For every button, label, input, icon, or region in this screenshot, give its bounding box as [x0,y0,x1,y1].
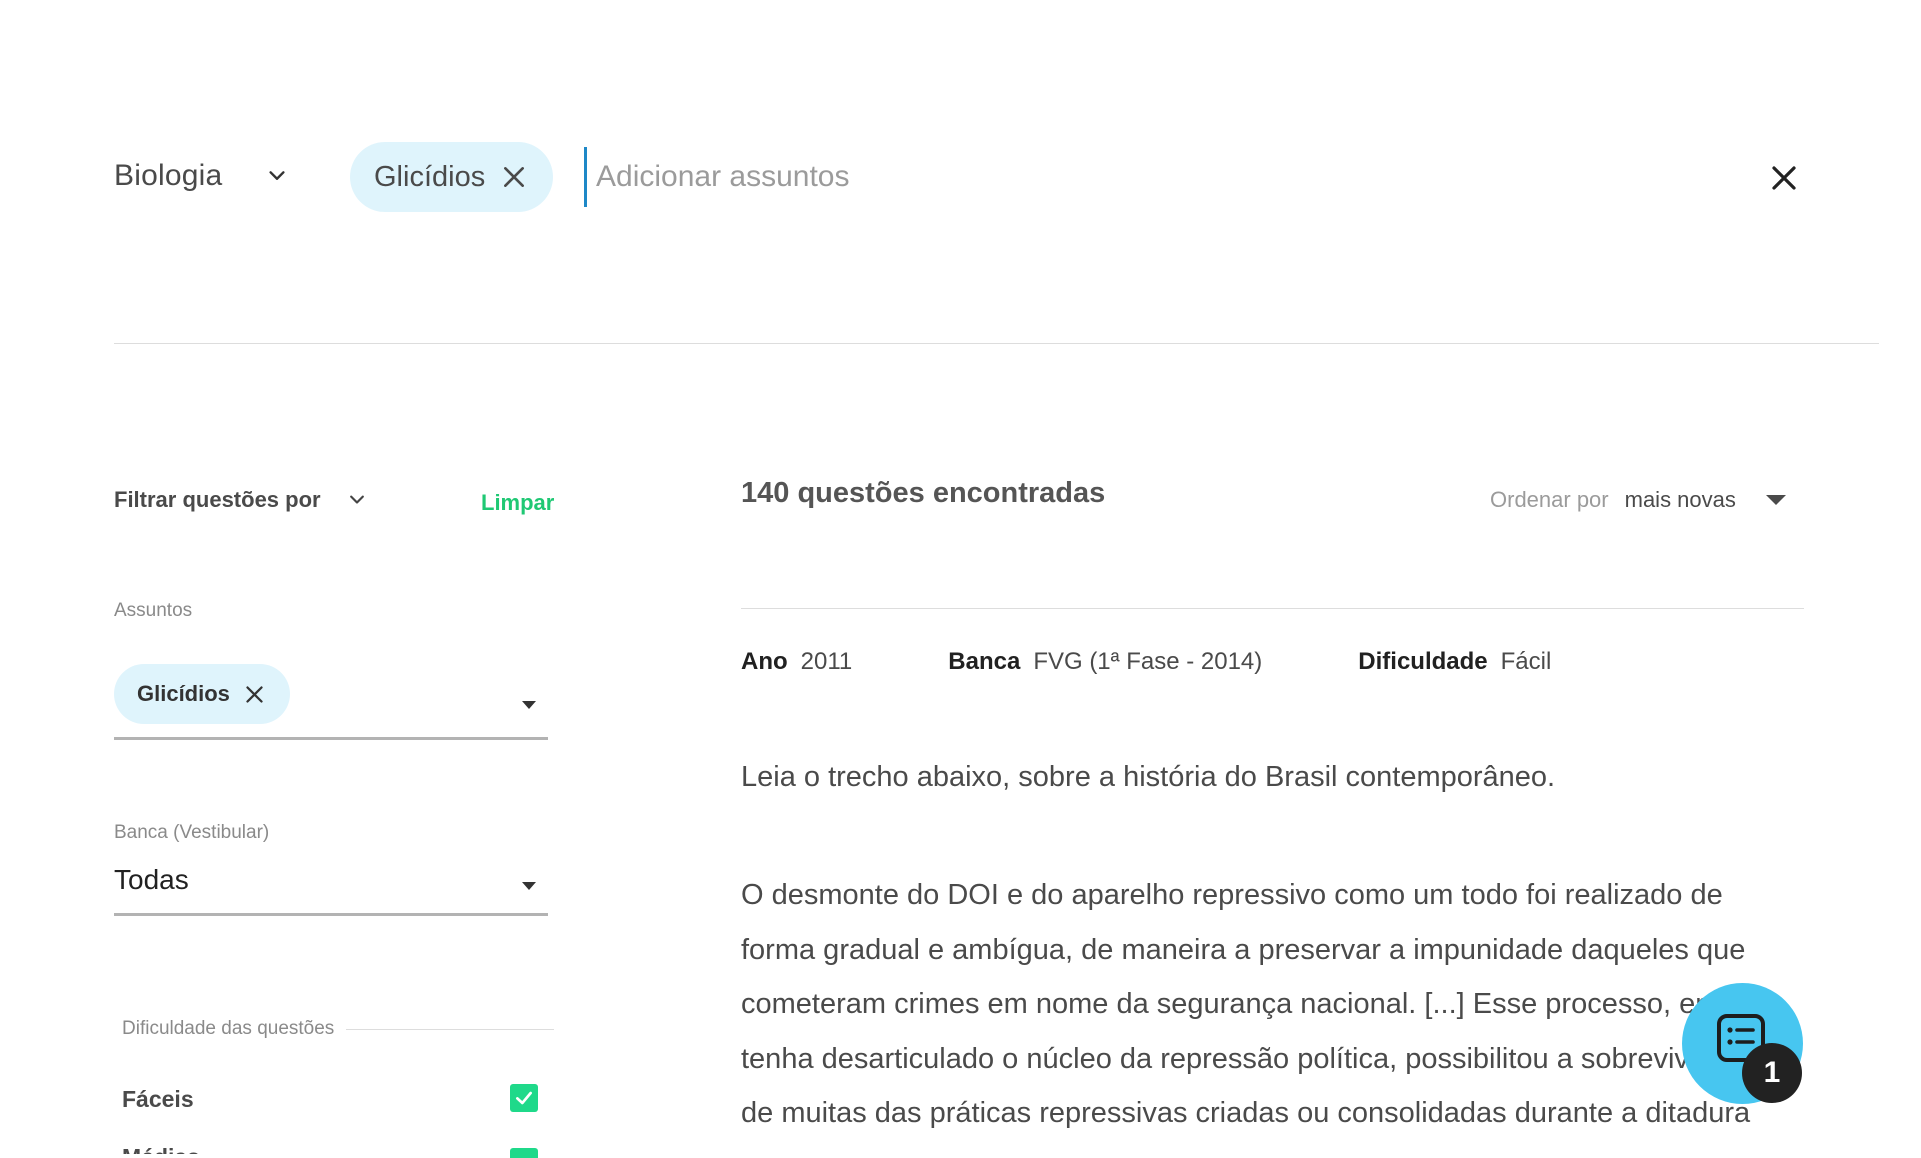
dropdown-arrow-icon [522,701,536,709]
sort-value: mais novas [1624,487,1736,512]
topic-chip: Glicídios [114,664,290,724]
year-key: Ano [741,648,788,675]
fab-count-badge: 1 [1742,1043,1802,1103]
chevron-down-icon [349,495,364,504]
difficulty-option-label: Fáceis [122,1086,194,1112]
banca-field-label: Banca (Vestibular) [114,822,270,843]
selected-topic-label: Glicídios [374,160,486,193]
topics-select[interactable]: Glicídios [114,664,548,740]
chevron-down-icon [269,171,285,180]
topics-field-label: Assuntos [114,600,193,621]
filter-title: Filtrar questões por [114,487,321,512]
text-cursor [584,147,587,207]
dropdown-arrow-icon [522,882,536,890]
passage-line: cometeram crimes em nome da segurança na… [741,988,1778,1020]
topic-chip-label: Glicídios [137,681,230,706]
board-value: FVG (1ª Fase - 2014) [1033,648,1263,675]
subject-select[interactable]: Biologia [114,150,288,202]
passage-line: tenha desarticulado o núcleo da repressã… [741,1042,1759,1075]
difficulty-legend-label: Dificuldade das questões [122,1018,335,1039]
sort-label: Ordenar por [1490,487,1609,512]
banca-value: Todas [114,864,189,895]
question-intro: Leia o trecho abaixo, sobre a história d… [741,761,1556,793]
remove-topic-icon[interactable] [501,164,527,190]
selected-topic-chip: Glicídios [350,142,553,212]
difficulty-value: Fácil [1500,648,1552,675]
question-passage: O desmonte do DOI e do aparelho repressi… [741,868,1811,1154]
header-divider [114,343,1879,344]
clear-filters-button[interactable]: Limpar [481,490,554,516]
passage-line: O desmonte do DOI e do aparelho repressi… [741,879,1723,911]
sort-select[interactable]: Ordenar por mais novas [1490,482,1786,518]
difficulty-checkbox-easy[interactable] [510,1084,538,1112]
passage-line: de muitas das práticas repressivas criad… [741,1097,1751,1129]
dropdown-arrow-icon [1765,495,1786,505]
difficulty-legend: Dificuldade das questões [122,1018,554,1040]
filter-toggle[interactable]: Filtrar questões por [114,482,367,518]
difficulty-option-label: Médias [122,1144,200,1154]
difficulty-key: Dificuldade [1358,648,1488,675]
year-value: 2011 [800,648,853,675]
subject-label: Biologia [114,159,223,192]
board-key: Banca [948,648,1021,675]
add-topics-input[interactable] [596,150,1696,204]
passage-line: militar, que passaram a ser disseminadas… [741,1141,1811,1155]
question-meta: Ano 2011 Banca FVG (1ª Fase - 2014) Difi… [741,648,1551,676]
results-count: 140 questões encontradas [741,477,1106,509]
remove-chip-icon[interactable] [244,684,265,705]
difficulty-checkbox-medium[interactable] [510,1148,538,1158]
legend-divider [346,1028,554,1030]
check-icon [516,1091,532,1105]
banca-select[interactable]: Todas [114,858,548,916]
passage-line: forma gradual e ambígua, de maneira a pr… [741,933,1746,966]
close-icon[interactable] [1769,163,1799,193]
results-divider [741,608,1804,609]
